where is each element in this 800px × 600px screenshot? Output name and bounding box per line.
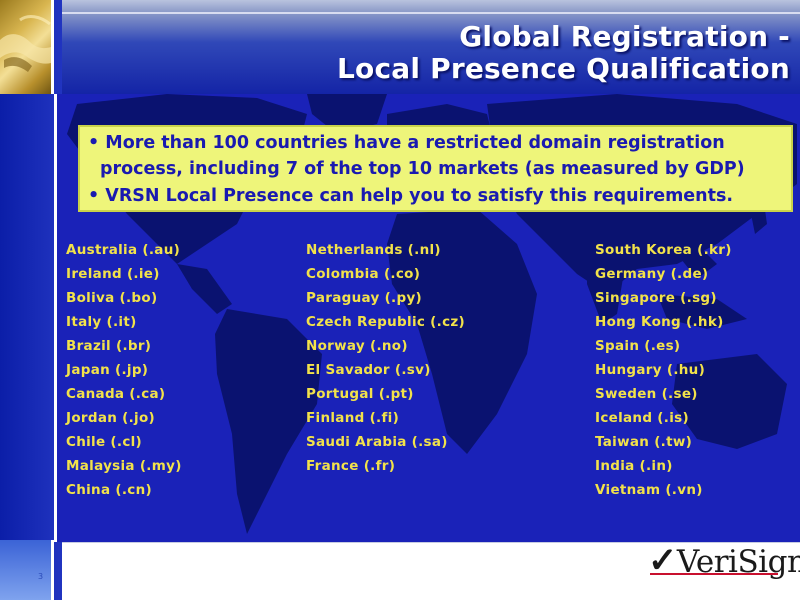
list-item: Sweden (.se) bbox=[595, 386, 698, 402]
list-item: South Korea (.kr) bbox=[595, 242, 732, 258]
list-item: Italy (.it) bbox=[66, 314, 137, 330]
bullet-local-presence: • VRSN Local Presence can help you to sa… bbox=[88, 186, 734, 206]
list-item: Boliva (.bo) bbox=[66, 290, 158, 306]
list-item: Norway (.no) bbox=[306, 338, 408, 354]
list-item: Chile (.cl) bbox=[66, 434, 143, 450]
header-divider bbox=[62, 12, 800, 14]
page-title-line-2: Local Presence Qualification bbox=[336, 52, 790, 85]
handshake-image bbox=[0, 0, 54, 94]
list-item: Paraguay (.py) bbox=[306, 290, 423, 306]
slide-number: 3 bbox=[38, 572, 44, 581]
list-item: Taiwan (.tw) bbox=[595, 434, 693, 450]
list-item: Malaysia (.my) bbox=[66, 458, 182, 474]
list-item: El Savador (.sv) bbox=[306, 362, 431, 378]
list-item: Iceland (.is) bbox=[595, 410, 689, 426]
left-lower-decoration bbox=[0, 540, 54, 600]
list-item: Hungary (.hu) bbox=[595, 362, 706, 378]
list-item: Portugal (.pt) bbox=[306, 386, 414, 402]
list-item: Colombia (.co) bbox=[306, 266, 421, 282]
list-item: Australia (.au) bbox=[66, 242, 181, 258]
list-item: Finland (.fi) bbox=[306, 410, 400, 426]
list-item: China (.cn) bbox=[66, 482, 152, 498]
logo-underline bbox=[650, 573, 778, 575]
highlight-box: • More than 100 countries have a restric… bbox=[78, 125, 793, 212]
list-item: India (.in) bbox=[595, 458, 673, 474]
list-item: Vietnam (.vn) bbox=[595, 482, 703, 498]
list-item: Hong Kong (.hk) bbox=[595, 314, 724, 330]
list-item: Spain (.es) bbox=[595, 338, 681, 354]
list-item: Ireland (.ie) bbox=[66, 266, 160, 282]
list-item: Singapore (.sg) bbox=[595, 290, 717, 306]
list-item: Jordan (.jo) bbox=[66, 410, 156, 426]
country-list-column-2: Netherlands (.nl) Colombia (.co) Paragua… bbox=[306, 240, 465, 480]
list-item: Saudi Arabia (.sa) bbox=[306, 434, 448, 450]
bullet-restricted-registration-cont: process, including 7 of the top 10 marke… bbox=[100, 159, 745, 179]
list-item: Netherlands (.nl) bbox=[306, 242, 441, 258]
page-title-line-1: Global Registration - bbox=[459, 20, 790, 53]
list-item: France (.fr) bbox=[306, 458, 396, 474]
list-item: Germany (.de) bbox=[595, 266, 709, 282]
list-item: Canada (.ca) bbox=[66, 386, 166, 402]
bullet-restricted-registration: • More than 100 countries have a restric… bbox=[88, 133, 725, 153]
list-item: Brazil (.br) bbox=[66, 338, 152, 354]
list-item: Japan (.jp) bbox=[66, 362, 149, 378]
list-item: Czech Republic (.cz) bbox=[306, 314, 466, 330]
country-list-column-3: South Korea (.kr) Germany (.de) Singapor… bbox=[595, 240, 732, 504]
country-list-column-1: Australia (.au) Ireland (.ie) Boliva (.b… bbox=[66, 240, 182, 504]
